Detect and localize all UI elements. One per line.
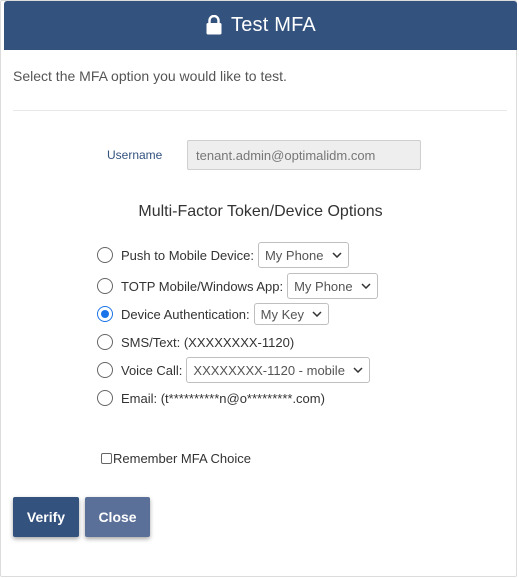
select-value: My Phone: [294, 278, 353, 294]
totp-device-select[interactable]: My Phone: [287, 273, 378, 299]
radio-push-mobile[interactable]: [97, 247, 113, 263]
remember-choice[interactable]: Remember MFA Choice: [101, 451, 251, 466]
chevron-down-icon: [331, 252, 342, 258]
option-voice-call[interactable]: Voice Call: XXXXXXXX-1120 - mobile: [97, 357, 370, 383]
option-totp[interactable]: TOTP Mobile/Windows App: My Phone: [97, 273, 378, 299]
intro-text: Select the MFA option you would like to …: [13, 68, 287, 84]
chevron-down-icon: [361, 283, 371, 289]
username-field[interactable]: [187, 140, 421, 170]
option-label: TOTP Mobile/Windows App:: [121, 278, 284, 294]
option-push-mobile[interactable]: Push to Mobile Device: My Phone: [97, 242, 349, 268]
voice-number-select[interactable]: XXXXXXXX-1120 - mobile: [186, 357, 370, 383]
option-label: Push to Mobile Device:: [121, 247, 254, 263]
option-sms[interactable]: SMS/Text: (XXXXXXXX-1120): [97, 334, 294, 350]
device-auth-key-select[interactable]: My Key: [253, 303, 329, 325]
verify-button[interactable]: Verify: [13, 497, 79, 537]
select-value: My Phone: [264, 247, 324, 263]
username-label: Username: [107, 148, 163, 162]
remember-label: Remember MFA Choice: [113, 451, 251, 466]
dialog-header: Test MFA: [4, 1, 517, 50]
chevron-down-icon: [353, 367, 363, 373]
select-value: XXXXXXXX-1120 - mobile: [193, 362, 345, 378]
divider: [13, 110, 507, 111]
remember-checkbox[interactable]: [101, 453, 112, 464]
option-label: Voice Call:: [121, 362, 183, 378]
test-mfa-dialog: Test MFA Select the MFA option you would…: [0, 0, 517, 577]
radio-device-auth[interactable]: [97, 306, 113, 322]
select-value: My Key: [260, 306, 304, 322]
option-label: Device Authentication:: [121, 306, 250, 322]
chevron-down-icon: [312, 311, 322, 317]
lock-icon: [206, 14, 222, 34]
option-label: Email: (t**********n@o*********.com): [121, 390, 325, 406]
option-email[interactable]: Email: (t**********n@o*********.com): [97, 390, 325, 406]
push-device-select[interactable]: My Phone: [257, 242, 349, 268]
radio-email[interactable]: [97, 390, 113, 406]
dialog-title: Test MFA: [231, 14, 316, 36]
section-title: Multi-Factor Token/Device Options: [138, 203, 383, 220]
radio-voice-call[interactable]: [97, 362, 113, 378]
option-label: SMS/Text: (XXXXXXXX-1120): [121, 334, 295, 350]
option-device-auth[interactable]: Device Authentication: My Key: [97, 303, 329, 325]
radio-totp[interactable]: [97, 278, 113, 294]
radio-sms[interactable]: [97, 334, 113, 350]
close-button[interactable]: Close: [85, 497, 150, 537]
